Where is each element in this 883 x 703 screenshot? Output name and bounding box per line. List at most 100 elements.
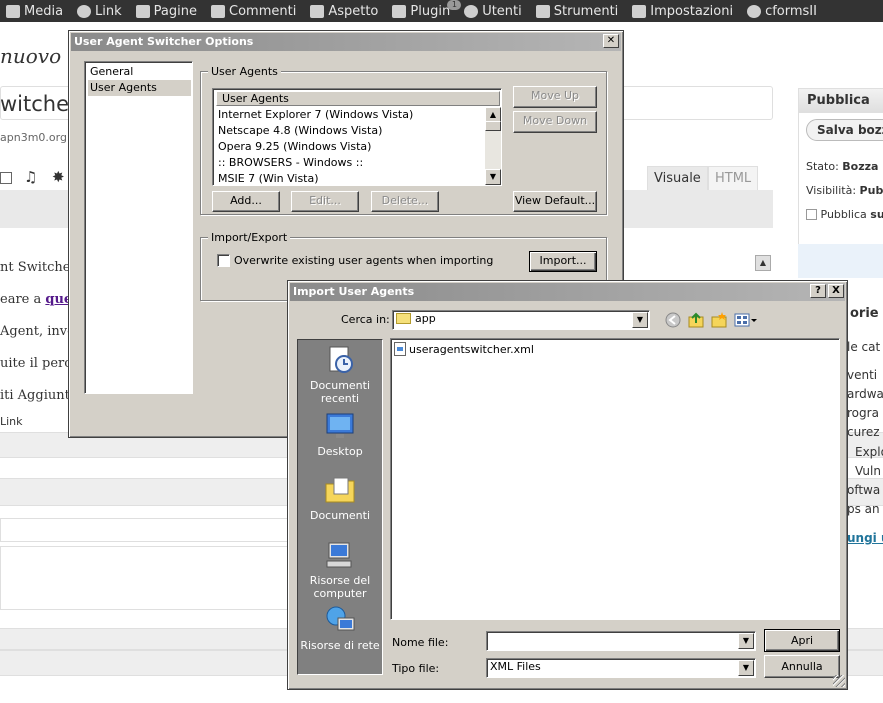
category-item[interactable]: curez <box>847 425 880 439</box>
admin-menu-cforms[interactable]: cformsII <box>747 4 817 19</box>
nav-item-user-agents[interactable]: User Agents <box>88 80 191 96</box>
move-up-button[interactable]: Move Up <box>513 86 597 108</box>
admin-menu-plugins[interactable]: Plugin 1 <box>392 0 462 19</box>
link-icon <box>77 4 92 18</box>
add-button[interactable]: Add... <box>212 191 280 212</box>
overwrite-label[interactable]: Overwrite existing user agents when impo… <box>234 254 493 267</box>
admin-menu-links[interactable]: Link <box>77 4 122 19</box>
my-computer-icon <box>326 542 352 568</box>
place-recent-documents[interactable]: Documenti recenti <box>298 344 382 405</box>
post-title-text: witche <box>0 92 70 116</box>
scroll-down-arrow-icon[interactable]: ▼ <box>485 169 501 185</box>
category-item[interactable]: Vuln <box>855 464 881 478</box>
tab-html[interactable]: HTML <box>708 166 759 190</box>
import-button[interactable]: Import... <box>529 251 597 272</box>
filetype-select[interactable]: XML Files ▼ <box>486 658 756 678</box>
view-default-button[interactable]: View Default... <box>513 191 597 212</box>
save-draft-button[interactable]: Salva bozz <box>806 119 883 141</box>
category-item[interactable]: venti <box>847 368 877 382</box>
post-visibility: Visibilità: Pub <box>806 184 883 197</box>
user-agents-list: User Agents Internet Explorer 7 (Windows… <box>212 88 502 186</box>
settings-icon <box>632 4 647 18</box>
move-down-button[interactable]: Move Down <box>513 111 597 133</box>
resize-grip[interactable] <box>833 675 845 687</box>
admin-menu-settings[interactable]: Impostazioni <box>632 4 733 19</box>
chevron-down-icon[interactable]: ▼ <box>632 312 648 328</box>
back-icon[interactable] <box>664 311 682 329</box>
network-icon <box>326 606 355 631</box>
help-button[interactable]: ? <box>810 284 826 298</box>
import-export-label: Import/Export <box>208 231 291 244</box>
filename-input[interactable]: ▼ <box>486 631 756 651</box>
category-item[interactable]: ardwa <box>847 387 883 401</box>
edit-button[interactable]: Edit... <box>291 191 359 212</box>
delete-button[interactable]: Delete... <box>371 191 439 212</box>
desktop-icon <box>326 413 354 438</box>
asterisk-icon[interactable]: ✸ <box>52 168 65 186</box>
admin-menu-users[interactable]: Utenti <box>464 4 522 19</box>
admin-menu-tools[interactable]: Strumenti <box>535 4 618 19</box>
import-close-button[interactable]: X <box>828 284 844 298</box>
place-network[interactable]: Risorse di rete <box>298 604 382 652</box>
agents-scrollbar[interactable]: ▲ ▼ <box>485 107 501 185</box>
tab-visual[interactable]: Visuale <box>647 166 708 190</box>
new-folder-icon[interactable] <box>710 311 728 329</box>
comment-icon <box>211 4 225 18</box>
look-in-select[interactable]: app ▼ <box>392 310 650 330</box>
excerpt-textarea[interactable] <box>0 546 300 610</box>
categories-title: orie <box>850 306 879 321</box>
excerpt-input[interactable] <box>0 518 300 542</box>
admin-menu-appearance[interactable]: Aspetto <box>310 4 378 19</box>
xml-file-icon <box>394 342 406 356</box>
my-documents-icon <box>325 477 355 503</box>
page-icon <box>135 4 150 18</box>
chevron-down-icon[interactable]: ▼ <box>738 660 754 676</box>
place-desktop[interactable]: Desktop <box>298 410 382 458</box>
plugin-icon <box>392 4 407 18</box>
plugin-update-badge: 1 <box>447 0 462 10</box>
options-dialog-titlebar: User Agent Switcher Options <box>71 33 621 51</box>
gear-icon <box>747 4 762 18</box>
place-my-computer[interactable]: Risorse del computer <box>298 539 382 600</box>
file-item[interactable]: useragentswitcher.xml <box>394 342 534 358</box>
agent-item[interactable]: Netscape 4.8 (Windows Vista) <box>216 123 382 139</box>
up-folder-icon[interactable] <box>687 311 705 329</box>
admin-menu-comments[interactable]: Commenti <box>211 4 296 19</box>
category-item[interactable]: rogra <box>847 406 879 420</box>
open-button[interactable]: Apri <box>764 629 840 652</box>
filename-label: Nome file: <box>392 636 449 649</box>
view-menu-icon[interactable] <box>734 311 758 329</box>
agent-item[interactable]: :: BROWSERS - Windows :: <box>216 155 363 171</box>
category-item[interactable]: oftwa <box>847 483 880 497</box>
content-line: nt Switcher <box>0 260 77 275</box>
place-documents[interactable]: Documenti <box>298 474 382 522</box>
options-nav-list: General User Agents <box>84 61 193 394</box>
folder-icon <box>396 313 411 324</box>
users-icon <box>464 4 479 18</box>
music-icon[interactable]: ♫ <box>24 168 37 186</box>
publish-box-title: Pubblica <box>799 89 883 113</box>
post-status: Stato: Bozza <box>806 160 879 173</box>
nav-item-general[interactable]: General <box>88 64 191 80</box>
appearance-icon <box>310 4 325 18</box>
filetype-label: Tipo file: <box>392 662 440 675</box>
agent-item[interactable]: MSIE 7 (Win Vista) <box>216 171 319 187</box>
permalink: apn3m0.org <box>0 131 67 144</box>
editor-scroll-up[interactable]: ▲ <box>755 255 771 271</box>
list-header[interactable]: User Agents <box>216 91 500 106</box>
table-icon[interactable] <box>0 172 12 184</box>
category-item[interactable]: Explo <box>855 445 883 459</box>
chevron-down-icon[interactable]: ▼ <box>738 633 754 649</box>
agent-item[interactable]: Internet Explorer 7 (Windows Vista) <box>216 107 413 123</box>
add-category-link[interactable]: ungi u <box>847 531 883 545</box>
options-close-button[interactable]: ✕ <box>603 34 619 48</box>
overwrite-checkbox[interactable] <box>217 254 230 267</box>
agent-item[interactable]: Opera 9.25 (Windows Vista) <box>216 139 371 155</box>
file-list[interactable]: useragentswitcher.xml <box>390 338 840 620</box>
admin-menu-pages[interactable]: Pagine <box>135 4 197 19</box>
look-in-label: Cerca in: <box>341 313 390 326</box>
cancel-button[interactable]: Annulla <box>764 655 840 678</box>
category-item[interactable]: ps an <box>847 502 880 516</box>
admin-menu-media[interactable]: Media <box>6 4 63 19</box>
scroll-thumb[interactable] <box>485 121 501 131</box>
